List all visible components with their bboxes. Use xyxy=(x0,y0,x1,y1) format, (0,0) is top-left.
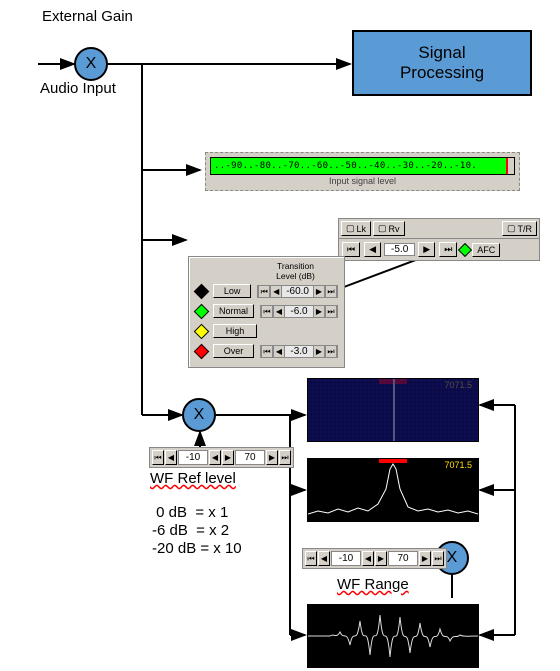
level-diamond-icon xyxy=(194,323,210,339)
wf-range-label: WF Range xyxy=(337,576,409,593)
dec-button[interactable]: ◀ xyxy=(165,450,177,465)
transition-row-low: Low ⏮◀-60.0▶⏭ xyxy=(193,281,338,301)
afc-dec-fast-button[interactable]: ⏮ xyxy=(342,242,360,257)
wf-ref-multiplier: X xyxy=(182,398,216,432)
inc-button[interactable]: ▶ xyxy=(419,551,431,566)
afc-control-strip[interactable]: ▢Lk ▢Rv ▢T/R xyxy=(338,218,540,239)
mid-button[interactable]: ◀ xyxy=(362,551,374,566)
dec-button[interactable]: ◀ xyxy=(270,286,282,297)
gain-map-label: 0 dB = x 1 -6 dB = x 2 -20 dB = x 10 xyxy=(152,504,242,558)
afc-value[interactable]: -5.0 xyxy=(384,243,415,256)
afc-value-strip[interactable]: ⏮ ◀ -5.0 ▶ ⏭ AFC xyxy=(338,238,540,261)
level-high-button[interactable]: High xyxy=(213,324,257,338)
level-diamond-icon xyxy=(194,343,210,359)
level-normal-spinner[interactable]: ⏮◀-6.0▶⏭ xyxy=(260,305,338,318)
wf-range-value-a[interactable]: -10 xyxy=(331,551,361,566)
tr-toggle[interactable]: ▢T/R xyxy=(502,221,537,236)
waterfall-display: 7071.5 xyxy=(307,378,479,442)
afc-led-icon xyxy=(458,242,472,256)
reverse-toggle[interactable]: ▢Rv xyxy=(373,221,405,236)
audio-input-label: Audio Input xyxy=(40,80,116,97)
spectrum-marker-top xyxy=(379,459,407,463)
level-value[interactable]: -3.0 xyxy=(285,346,313,357)
input-level-meter: ..-90..-80..-70..-60..-50..-40..-30..-20… xyxy=(205,152,520,191)
transition-row-high: High xyxy=(193,321,338,341)
wf-ref-label: WF Ref level xyxy=(150,470,236,487)
mid2-button[interactable]: ▶ xyxy=(222,450,234,465)
inc-button[interactable]: ▶ xyxy=(266,450,278,465)
transition-row-over: Over ⏮◀-3.0▶⏭ xyxy=(193,341,338,361)
dec-button[interactable]: ◀ xyxy=(273,346,285,357)
dec-fast-button[interactable]: ⏮ xyxy=(152,450,164,465)
dec-fast-button[interactable]: ⏮ xyxy=(305,551,317,566)
meter-bar: ..-90..-80..-70..-60..-50..-40..-30..-20… xyxy=(210,157,515,175)
afc-inc-button[interactable]: ▶ xyxy=(418,242,435,257)
meter-caption: Input signal level xyxy=(210,176,515,186)
signal-processing-block: Signal Processing xyxy=(352,30,532,96)
oscilloscope-display xyxy=(307,604,479,668)
dec-button[interactable]: ◀ xyxy=(273,306,285,317)
level-low-button[interactable]: Low xyxy=(213,284,251,298)
inc-fast-button[interactable]: ⏭ xyxy=(432,551,444,566)
lock-toggle[interactable]: ▢Lk xyxy=(341,221,371,236)
level-value[interactable]: -6.0 xyxy=(285,306,313,317)
external-gain-label: External Gain xyxy=(42,8,133,25)
wf-range-spinner[interactable]: ⏮ ◀ -10 ◀ ▶ 70 ▶ ⏭ xyxy=(302,548,447,569)
external-gain-multiplier: X xyxy=(74,47,108,81)
dec-fast-button[interactable]: ⏮ xyxy=(258,286,270,297)
inc-button[interactable]: ▶ xyxy=(313,286,325,297)
transition-title: Transition Level (dB) xyxy=(253,261,338,281)
level-normal-button[interactable]: Normal xyxy=(213,304,254,318)
wf-ref-value-b[interactable]: 70 xyxy=(235,450,265,465)
dec-fast-button[interactable]: ⏮ xyxy=(261,346,273,357)
inc-button[interactable]: ▶ xyxy=(313,306,325,317)
spectrum-freq: 7071.5 xyxy=(444,460,472,470)
transition-row-normal: Normal ⏮◀-6.0▶⏭ xyxy=(193,301,338,321)
mid-button[interactable]: ◀ xyxy=(209,450,221,465)
oscilloscope-trace xyxy=(308,605,478,667)
dec-fast-button[interactable]: ⏮ xyxy=(261,306,273,317)
spectrum-display: 7071.5 xyxy=(307,458,479,522)
afc-toggle[interactable]: AFC xyxy=(472,243,500,257)
level-over-spinner[interactable]: ⏮◀-3.0▶⏭ xyxy=(260,345,338,358)
afc-inc-fast-button[interactable]: ⏭ xyxy=(439,242,457,257)
wf-range-value-b[interactable]: 70 xyxy=(388,551,418,566)
level-value[interactable]: -60.0 xyxy=(282,286,313,297)
inc-fast-button[interactable]: ⏭ xyxy=(279,450,291,465)
level-diamond-icon xyxy=(194,283,210,299)
level-over-button[interactable]: Over xyxy=(213,344,254,358)
inc-button[interactable]: ▶ xyxy=(313,346,325,357)
inc-fast-button[interactable]: ⏭ xyxy=(325,346,337,357)
afc-dec-button[interactable]: ◀ xyxy=(364,242,381,257)
wf-ref-value-a[interactable]: -10 xyxy=(178,450,208,465)
inc-fast-button[interactable]: ⏭ xyxy=(325,286,337,297)
dec-button[interactable]: ◀ xyxy=(318,551,330,566)
mid2-button[interactable]: ▶ xyxy=(375,551,387,566)
level-diamond-icon xyxy=(194,303,210,319)
wf-ref-spinner[interactable]: ⏮ ◀ -10 ◀ ▶ 70 ▶ ⏭ xyxy=(149,447,294,468)
transition-level-panel: Transition Level (dB) Low⏮◀-60.0▶⏭Normal… xyxy=(188,256,345,368)
inc-fast-button[interactable]: ⏭ xyxy=(325,306,337,317)
level-low-spinner[interactable]: ⏮◀-60.0▶⏭ xyxy=(257,285,338,298)
